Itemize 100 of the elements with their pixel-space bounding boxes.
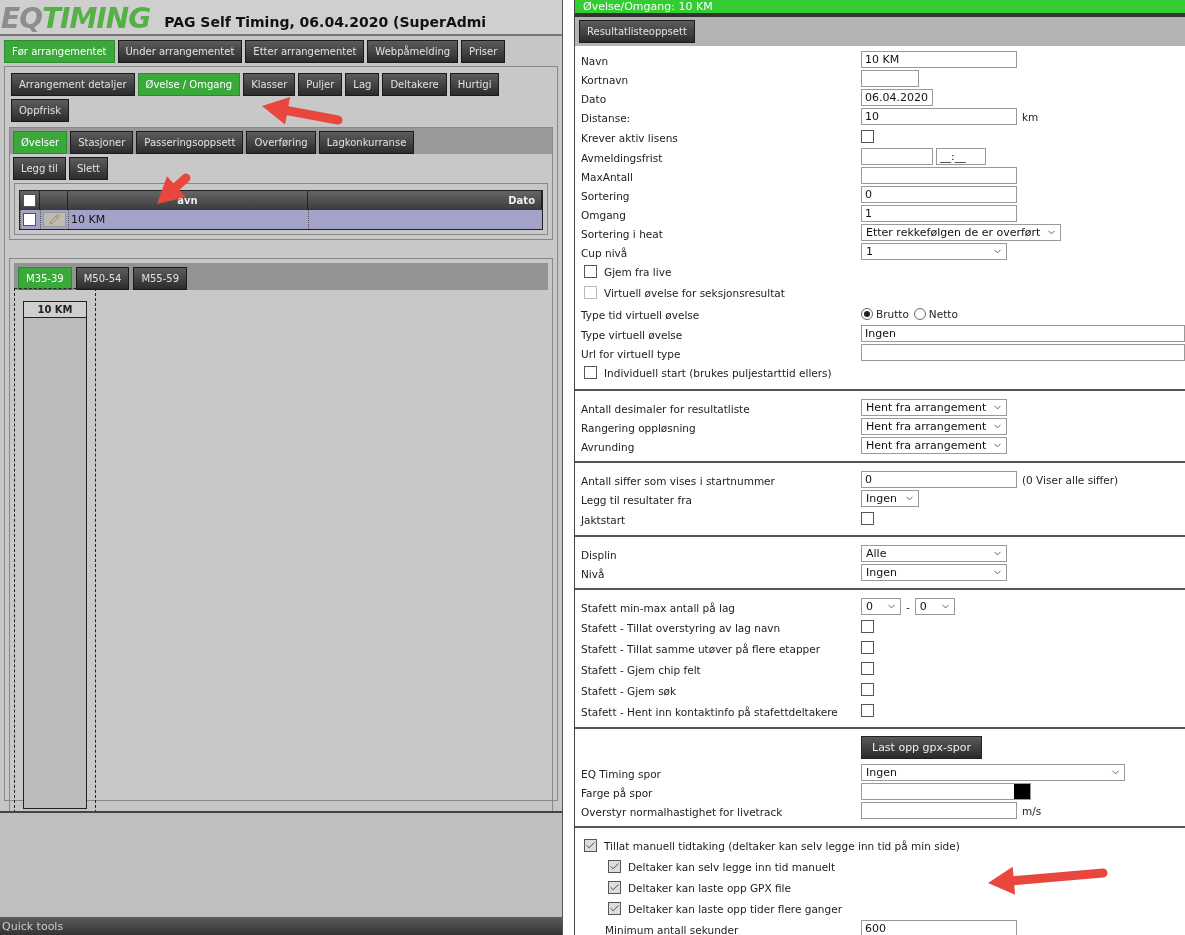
checkbox[interactable] [861,620,874,633]
field-label: Avrunding [581,441,635,453]
dropdown[interactable]: Etter rekkefølgen de er overført [861,224,1061,241]
radio-button[interactable] [861,307,873,320]
text-field[interactable] [861,344,1185,361]
text-field[interactable] [861,70,919,87]
field-label: Jaktstart [581,514,626,526]
field-label: Omgang [581,209,626,221]
field-label: Stafett - Gjem chip felt [581,664,701,676]
text-field[interactable] [861,148,933,165]
field-note: (0 Viser alle siffer) [1021,473,1120,486]
dropdown[interactable]: Alle [861,545,1007,562]
field-label: Overstyr normalhastighet for livetrack [581,806,783,818]
field-label: Farge på spor [581,787,653,799]
tab[interactable]: Puljer [298,73,343,96]
field-label: MaxAntall [581,171,633,183]
checkbox[interactable] [861,704,874,717]
field-note: m/s [1021,804,1043,817]
tab[interactable]: Passeringsoppsett [136,131,244,154]
tab[interactable]: Lagkonkurranse [318,131,415,154]
quick-tools-bar[interactable]: Quick tools [0,917,562,935]
dropdown[interactable]: 0 [861,598,901,615]
checkbox[interactable] [861,641,874,654]
checkbox[interactable] [608,860,621,873]
checkbox[interactable] [23,194,36,207]
dropdown[interactable]: Hent fra arrangement [861,418,1007,435]
checkbox-label: Deltaker kan selv legge inn tid manuelt [628,860,836,873]
checkbox[interactable] [608,881,621,894]
tab[interactable]: Arrangement detaljer [11,73,135,96]
text-field[interactable]: 10 [861,108,1017,125]
radio-button[interactable] [913,307,926,320]
field-label: Type tid virtuell øvelse [581,309,700,321]
upload-button[interactable]: Last opp gpx-spor [861,736,982,759]
field-label: Type virtuell øvelse [581,329,683,341]
dropdown[interactable]: 0 [914,598,955,615]
column-title: 10 KM [24,302,86,318]
dialog-title: Øvelse/Omgang: 10 KM [575,0,1185,13]
checkbox[interactable] [861,130,874,143]
checkbox[interactable] [861,662,874,675]
dropdown[interactable]: Hent fra arrangement [861,437,1007,454]
tab[interactable]: Etter arrangementet [245,40,365,63]
table-cell[interactable]: 10 KM [68,210,308,229]
checkbox-label: Tillat manuell tidtaking (deltaker kan selv legge inn tid på min side) [604,839,960,852]
field-label: Displin [581,549,617,561]
text-field[interactable]: 1 [861,205,1017,222]
text-field[interactable]: 0 [861,471,1017,488]
checkbox-label: Individuell start (brukes puljestarttid ellers) [604,366,832,379]
field-label: Stafett - Hent inn kontaktinfo på stafettdeltakere [581,706,838,718]
text-field[interactable] [861,167,1017,184]
tab[interactable]: M55-59 [133,267,188,290]
pencil-icon [49,214,60,225]
tab[interactable]: M50-54 [75,267,130,290]
action-button[interactable]: Slett [68,157,109,180]
tab[interactable]: Hurtigi [449,73,500,96]
tab[interactable]: Overføring [246,131,316,154]
dropdown[interactable]: 1 [861,243,1007,260]
field-label: Url for virtuell type [581,348,681,360]
tab[interactable]: Stasjoner [70,131,134,154]
tab[interactable]: Webpåmelding [367,40,459,63]
tab[interactable]: Priser [461,40,506,63]
dropdown[interactable]: Ingen [861,490,919,507]
checkbox-label: Virtuell øvelse for seksjonsresultat [604,286,785,299]
text-field[interactable] [861,802,1017,819]
color-field[interactable] [861,783,1031,800]
tab[interactable]: Resultatlisteoppsett [579,20,695,43]
checkbox[interactable] [23,213,36,226]
text-field[interactable]: 0 [861,186,1017,203]
text-field[interactable]: 10 KM [861,51,1017,68]
checkbox[interactable] [584,839,597,852]
refresh-button[interactable]: Oppfrisk [11,99,69,122]
field-label: Nivå [581,568,605,580]
checkbox-label: Gjem fra live [604,265,672,278]
checkbox[interactable] [584,366,597,379]
radio-label: Brutto [876,307,909,320]
checkbox[interactable] [584,265,597,278]
action-button[interactable]: Legg til [13,157,66,180]
logo: EQTIMING [1,4,151,34]
column-header: Dato [308,191,542,210]
tab[interactable]: Under arrangementet [117,40,243,63]
tab[interactable]: Deltakere [382,73,447,96]
checkbox[interactable] [861,683,874,696]
text-field[interactable]: 600 [861,920,1017,935]
tab[interactable]: Lag [345,73,380,96]
checkbox[interactable] [608,902,621,915]
field-label: Navn [581,55,609,67]
checkbox-label: Deltaker kan laste opp GPX file [628,881,791,894]
dropdown[interactable]: Ingen [861,564,1007,581]
field-label: Minimum antall sekunder [605,924,739,935]
field-label: Sortering i heat [581,228,663,240]
field-label: Stafett - Tillat overstyring av lag navn [581,622,781,634]
text-field[interactable]: __:__ [936,148,986,165]
column-header: avn [68,191,308,210]
text-field[interactable]: Ingen [861,325,1185,342]
tab[interactable]: Klasser [243,73,296,96]
checkbox[interactable] [861,512,874,525]
field-label: Krever aktiv lisens [581,132,678,144]
field-label: Cup nivå [581,247,628,259]
text-field[interactable]: 06.04.2020 [861,89,933,106]
dropdown[interactable]: Hent fra arrangement [861,399,1007,416]
dropdown[interactable]: Ingen [861,764,1125,781]
